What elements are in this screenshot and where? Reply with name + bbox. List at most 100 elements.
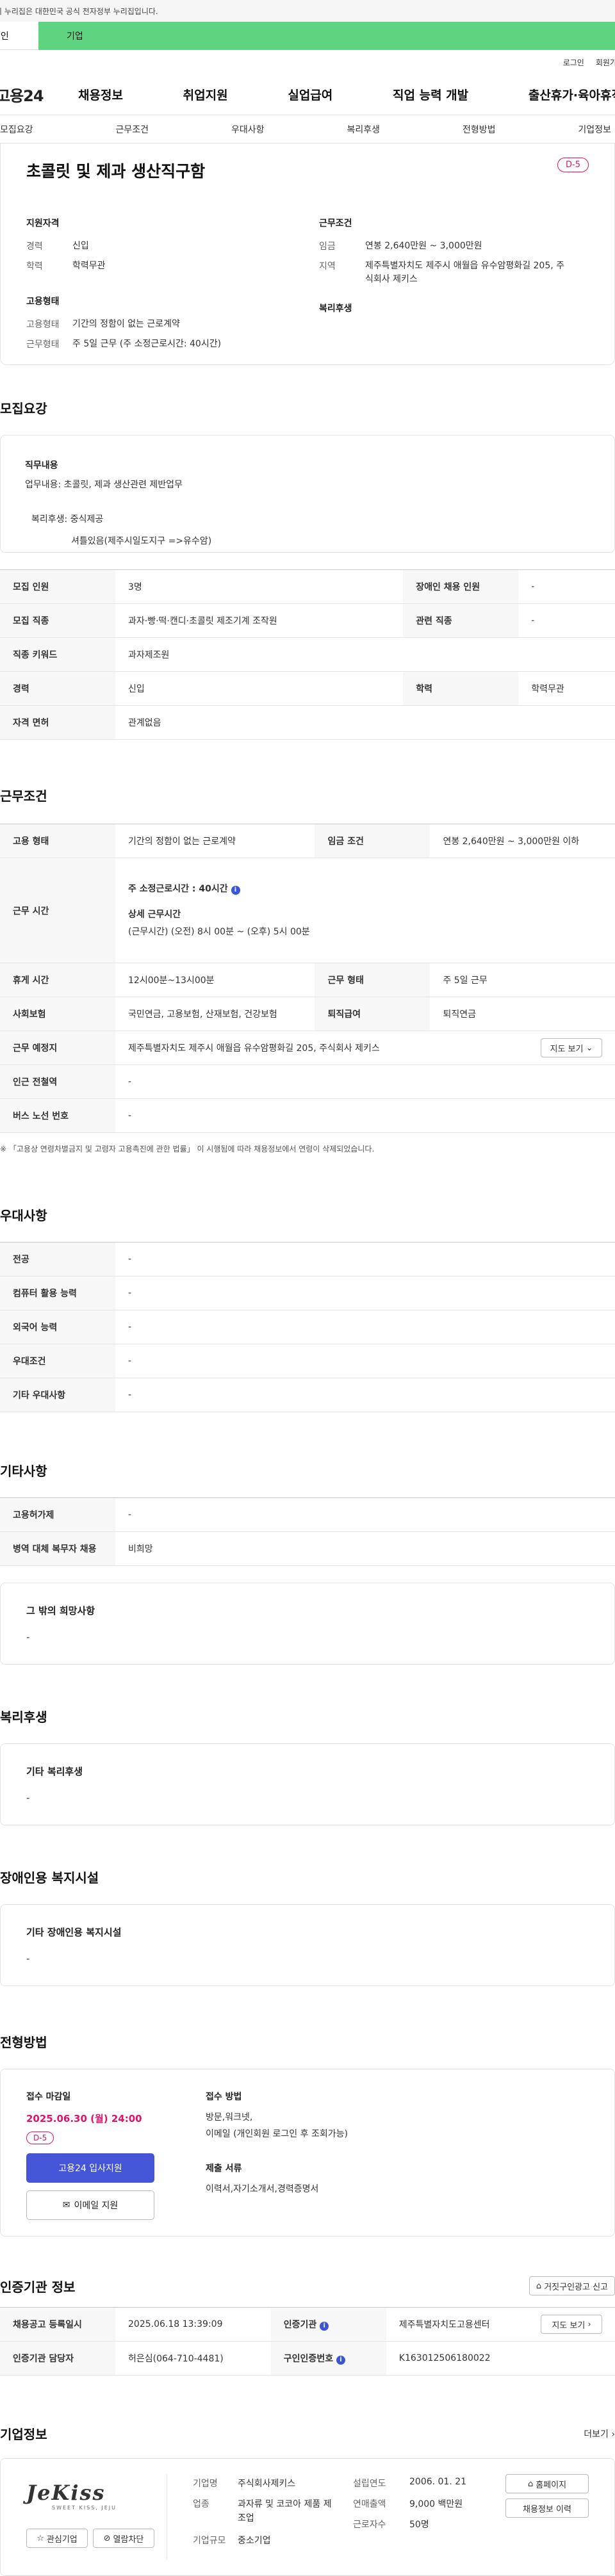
job-duty: 업무내용: 초콜릿, 제과 생산관련 제반업무 [25,480,183,490]
welfare-title: 복리후생 [0,1709,47,1725]
age-note: ※ 「고용상 연령차별금지 및 고령자 고용촉진에 관한 법률」 이 시행됨에 … [0,1145,375,1153]
gnb-item-unemployment-benefit[interactable]: 실업급여 [288,86,332,103]
cell-value: 퇴직연금 [430,997,615,1031]
gnb-menu: 채용정보 취업지원 실업급여 직업 능력 개발 출산휴가·육아휴직 [78,86,615,103]
table-row: 고용 형태 기간의 정함이 없는 근로계약 임금 조건 연봉 2,640만원 ~ 3… [0,824,615,858]
cell-value: K163012506180022 [386,2341,615,2376]
cell-value: - [115,1344,615,1378]
map-button[interactable]: 지도 보기 ⌄ [541,1038,602,1057]
cell-value: 3명 [115,569,404,604]
disability-box-value: - [26,1953,30,1964]
cell-value: 12시00분~13시00분 [115,963,315,997]
cell-label: 버스 노선 번호 [0,1098,115,1133]
company-info-left: 기업명 주식회사제키스 업종 과자류 및 코코아 제품 제조업 기업규모 중소기업 [193,2474,353,2560]
cell-value: 학력무관 [518,671,615,706]
cell-label: 자격 면허 [0,705,115,740]
job-detail-box: 직무내용 업무내용: 초콜릿, 제과 생산관련 제반업무 복리후생: 중식제공 … [0,435,615,553]
hiring-history-button[interactable]: 채용정보 이력 [505,2499,589,2518]
summary-right: 근무조건 임금 연봉 2,640만원 ~ 3,000만원 지역 제주특별자치도 제주… [293,216,586,357]
method-value-2: 이메일 (개인회원 로그인 후 조회가능) [206,2129,348,2139]
docs-value: 이력서,자기소개서,경력증명서 [206,2184,319,2194]
company-industry-value: 과자류 및 코코아 제품 제조업 [238,2499,332,2524]
anchor-preferences[interactable]: 우대사항 [231,123,265,136]
cert-num-label: 구인인증번호 [283,2354,334,2364]
tab-individual[interactable]: 개인 [0,22,38,50]
site-logo[interactable]: 고용24 [0,83,78,106]
anchor-welfare[interactable]: 복리후생 [347,123,380,136]
cell-value: 비희망 [115,1531,615,1566]
company-name-label: 기업명 [193,2479,218,2489]
hours-detail: (근무시간) (오전) 8시 00분 ~ (오후) 5시 00분 [128,926,310,937]
cell-value: 허은심(064-710-4481) [115,2341,271,2376]
cert-map-button[interactable]: 지도 보기 › [541,2315,602,2334]
anchor-selection[interactable]: 전형방법 [463,123,496,136]
homepage-button[interactable]: ⌂ 홈페이지 [505,2474,589,2493]
cell-value: - [115,1310,615,1344]
disability-box-title: 기타 장애인용 복지시설 [26,1927,122,1938]
docs-heading: 제출 서류 [206,2164,242,2174]
anchor-work-conditions[interactable]: 근무조건 [115,123,149,136]
anchor-company[interactable]: 기업정보 [578,123,611,136]
tab-individual-label: 개인 [0,31,9,42]
dday-badge: D-5 [557,158,589,172]
recruit-table: 모집 인원 3명 장애인 채용 인원 - 모집 직종 과자·빵·떡·캔디·초콜릿 제조… [0,569,615,740]
hiring-history-label: 채용정보 이력 [523,2504,571,2515]
tab-enterprise[interactable]: 기업 [38,22,615,50]
table-row: 병역 대체 복무자 채용 비희망 [0,1531,615,1566]
anchor-recruit[interactable]: 모집요강 [0,123,33,136]
method-value-1: 방문,워크넷, [206,2112,253,2123]
cell-label: 인증기관 i [270,2307,386,2342]
work-section: 근무조건 고용 형태 기간의 정함이 없는 근로계약 임금 조건 연봉 2,640만… [0,786,615,1154]
cell-label: 컴퓨터 활용 능력 [0,1276,115,1310]
recruit-title: 모집요강 [0,401,47,416]
gnb-item-jobs[interactable]: 채용정보 [78,86,123,103]
login-link[interactable]: 로그인 [563,57,584,68]
cell-value: - [115,1378,615,1412]
cell-value: 연봉 2,640만원 ~ 3,000만원 이하 [430,824,615,858]
wage-label: 임금 [319,241,336,252]
cell-label: 퇴직급여 [315,997,430,1031]
gnb-item-vocational-training[interactable]: 직업 능력 개발 [393,86,468,103]
job-summary-card: 초콜릿 및 제과 생산직구함 D-5 지원자격 경력 신입 학력 학력무관 고용형태… [0,143,615,365]
apply-button[interactable]: 고용24 입사지원 [26,2153,154,2183]
cell-value: - [115,1497,615,1532]
cell-value: 국민연금, 고용보험, 산재보험, 건강보험 [115,997,315,1031]
job-title: 초콜릿 및 제과 생산직구함 [26,162,206,181]
gnb-item-parental-leave[interactable]: 출산휴가·육아휴직 [529,86,615,103]
cell-label: 경력 [0,671,115,706]
cell-value: 과자제조원 [115,637,615,672]
info-icon[interactable]: i [320,2322,329,2331]
dday-badge: D-5 [26,2132,54,2144]
region-value: 제주특별자치도 제주시 애월읍 유수암평화길 205, 주식회사 제키스 [365,261,565,284]
selection-box: 접수 마감일 2025.06.30 (월) 24:00 D-5 고용24 입사지… [0,2069,615,2237]
block-company-button[interactable]: ⊘ 열람차단 [93,2529,154,2548]
signup-link[interactable]: 회원가입 [596,57,615,68]
company-more-link[interactable]: 더보기 › [584,2427,615,2440]
qual-heading: 지원자격 [26,218,60,229]
company-logo-sub: SWEET KISS, JEJU [52,2505,117,2511]
table-row: 전공 - [0,1242,615,1276]
emp-heading: 고용형태 [26,297,60,307]
company-info-right: 설립연도 2006. 01. 21 연매출액 9,000 백만원 근로자수 50명 [353,2474,505,2560]
table-row: 경력 신입 학력 학력무관 [0,671,615,706]
etc-wish-box: 그 밖의 희망사항 - [0,1583,615,1665]
gnb-item-employment-support[interactable]: 취업지원 [183,86,228,103]
info-icon: i [231,885,240,895]
table-row: 근무 시간 주 소정근로시간 : 40시간 i 상세 근무시간 (근무시간) (… [0,858,615,963]
cell-label: 직종 키워드 [0,637,115,672]
email-apply-button[interactable]: ✉ 이메일 지원 [26,2190,154,2220]
report-button[interactable]: ⌂ 거짓구인광고 신고 [529,2276,615,2295]
cell-value: 기간의 정함이 없는 근로계약 [115,824,315,858]
worktime-label: 근무형태 [26,339,60,350]
favorite-company-button[interactable]: ☆ 관심기업 [26,2529,88,2548]
info-icon[interactable]: i [336,2356,345,2365]
tab-enterprise-label: 기업 [67,31,83,42]
table-row: 직종 키워드 과자제조원 [0,637,615,672]
cell-label: 근무 시간 [0,858,115,963]
cell-label: 근무 형태 [315,963,430,997]
cell-value: 주 소정근로시간 : 40시간 i 상세 근무시간 (근무시간) (오전) 8시… [115,858,615,963]
company-info: 기업명 주식회사제키스 업종 과자류 및 코코아 제품 제조업 기업규모 중소기업 설… [167,2474,589,2560]
cell-label: 우대조건 [0,1344,115,1378]
table-row: 인근 전철역 - [0,1064,615,1099]
gov-notice-bar: 이 누리집은 대한민국 공식 전자정부 누리집입니다. [0,0,615,22]
